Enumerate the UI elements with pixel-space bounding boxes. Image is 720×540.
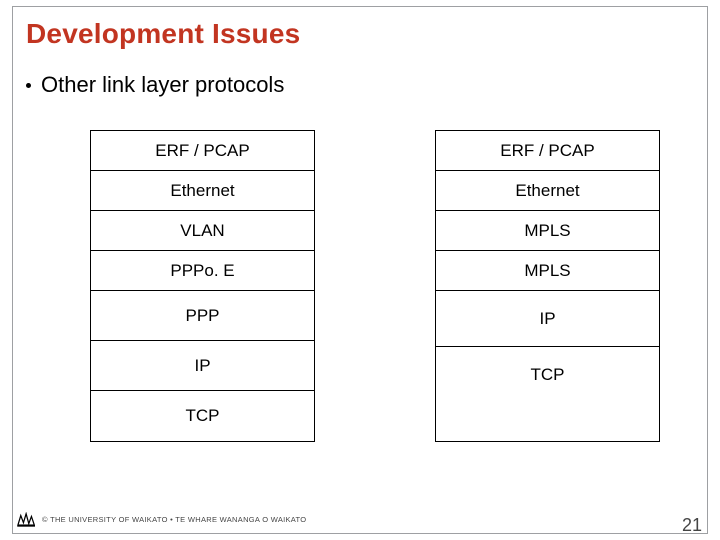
bullet-text: Other link layer protocols [41,72,284,98]
wand-logo-icon [16,512,38,528]
stack-cell: ERF / PCAP [436,131,659,171]
left-stack: ERF / PCAP Ethernet VLAN PPPo. E PPP IP … [90,130,315,442]
slide-title: Development Issues [26,18,300,50]
stack-cell: VLAN [91,211,314,251]
bullet-item: Other link layer protocols [26,72,284,98]
stack-cell: Ethernet [436,171,659,211]
stack-cell: TCP [436,347,659,403]
stack-cell: TCP [91,391,314,441]
slide: Development Issues Other link layer prot… [0,0,720,540]
right-stack: ERF / PCAP Ethernet MPLS MPLS IP TCP [435,130,660,442]
bullet-dot-icon [26,83,31,88]
stack-cell: IP [91,341,314,391]
stack-cell: MPLS [436,251,659,291]
stacks-container: ERF / PCAP Ethernet VLAN PPPo. E PPP IP … [90,130,660,442]
stack-cell: MPLS [436,211,659,251]
footer-text: © THE UNIVERSITY OF WAIKATO • TE WHARE W… [42,515,306,524]
slide-number: 21 [682,515,702,536]
stack-cell: Ethernet [91,171,314,211]
stack-cell: PPPo. E [91,251,314,291]
stack-cell: ERF / PCAP [91,131,314,171]
stack-cell: PPP [91,291,314,341]
stack-cell: IP [436,291,659,347]
